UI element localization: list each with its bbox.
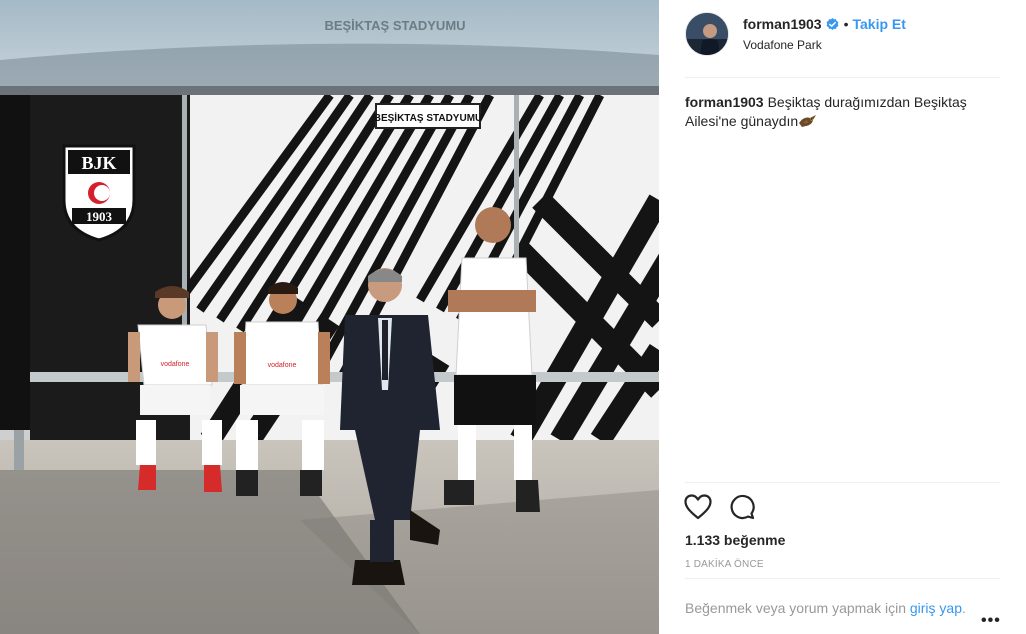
post-photo[interactable]: BJK 1903 BEŞİKTAŞ STADYUMU BEŞİKTAŞ STAD… <box>0 0 659 634</box>
username-row: forman1903 • Takip Et <box>743 16 906 32</box>
comment-icon <box>730 494 755 520</box>
action-bar <box>683 493 771 521</box>
svg-text:vodafone: vodafone <box>268 362 297 369</box>
login-prompt: Beğenmek veya yorum yapmak için giriş ya… <box>685 599 975 618</box>
photo-illustration: BJK 1903 BEŞİKTAŞ STADYUMU BEŞİKTAŞ STAD… <box>0 0 659 634</box>
footer-divider <box>685 578 1000 579</box>
svg-text:BJK: BJK <box>81 153 116 173</box>
like-button[interactable] <box>683 493 713 521</box>
location-link[interactable]: Vodafone Park <box>743 38 822 52</box>
actions-divider <box>685 482 1000 483</box>
comment-button[interactable] <box>727 493 757 521</box>
login-link[interactable]: giriş yap <box>910 600 962 616</box>
svg-text:BEŞİKTAŞ STADYUMU: BEŞİKTAŞ STADYUMU <box>324 18 465 33</box>
login-prompt-end: . <box>962 600 966 616</box>
avatar-image <box>686 13 728 55</box>
avatar[interactable] <box>685 12 729 56</box>
svg-text:vodafone: vodafone <box>161 361 190 368</box>
heart-icon <box>684 494 712 520</box>
post-timestamp[interactable]: 1 DAKİKA ÖNCE <box>685 559 764 570</box>
svg-text:1903: 1903 <box>86 209 113 224</box>
post-caption: forman1903 Beşiktaş durağımızdan Beşiktaş… <box>685 93 1000 131</box>
svg-text:BEŞİKTAŞ STADYUMU: BEŞİKTAŞ STADYUMU <box>374 111 483 124</box>
like-count[interactable]: 1.133 beğenme <box>685 532 785 548</box>
post-side-panel: forman1903 • Takip Et Vodafone Park form… <box>659 0 1026 634</box>
separator-dot: • <box>843 16 849 32</box>
username-link[interactable]: forman1903 <box>743 16 822 32</box>
follow-button[interactable]: Takip Et <box>853 16 906 32</box>
verified-badge-icon <box>826 17 839 31</box>
more-options-icon[interactable]: ••• <box>981 612 1001 630</box>
club-crest: BJK 1903 <box>62 144 136 242</box>
login-prompt-text: Beğenmek veya yorum yapmak için <box>685 600 910 616</box>
caption-username[interactable]: forman1903 <box>685 94 764 110</box>
post-header: forman1903 • Takip Et Vodafone Park <box>685 12 1000 78</box>
stop-sign: BEŞİKTAŞ STADYUMU <box>374 103 483 129</box>
bird-emoji-icon <box>798 114 818 128</box>
